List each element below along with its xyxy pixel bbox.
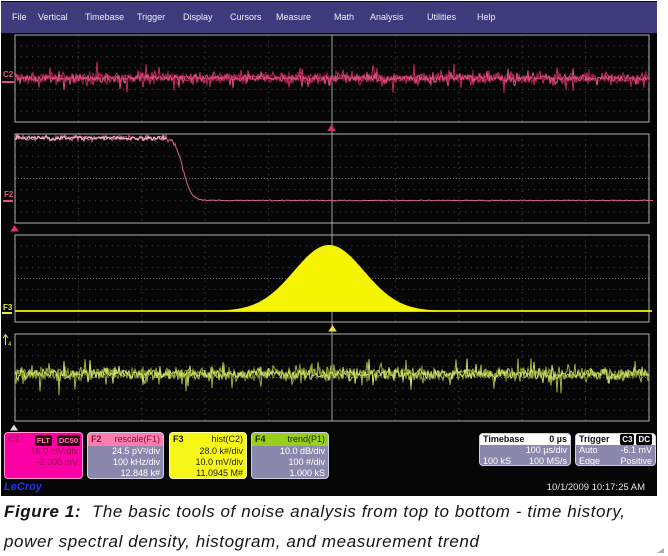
svg-text:F3: F3	[3, 303, 13, 312]
svg-text:4: 4	[8, 342, 12, 348]
svg-text:C2: C2	[3, 70, 14, 79]
svg-text:F2: F2	[4, 190, 14, 199]
